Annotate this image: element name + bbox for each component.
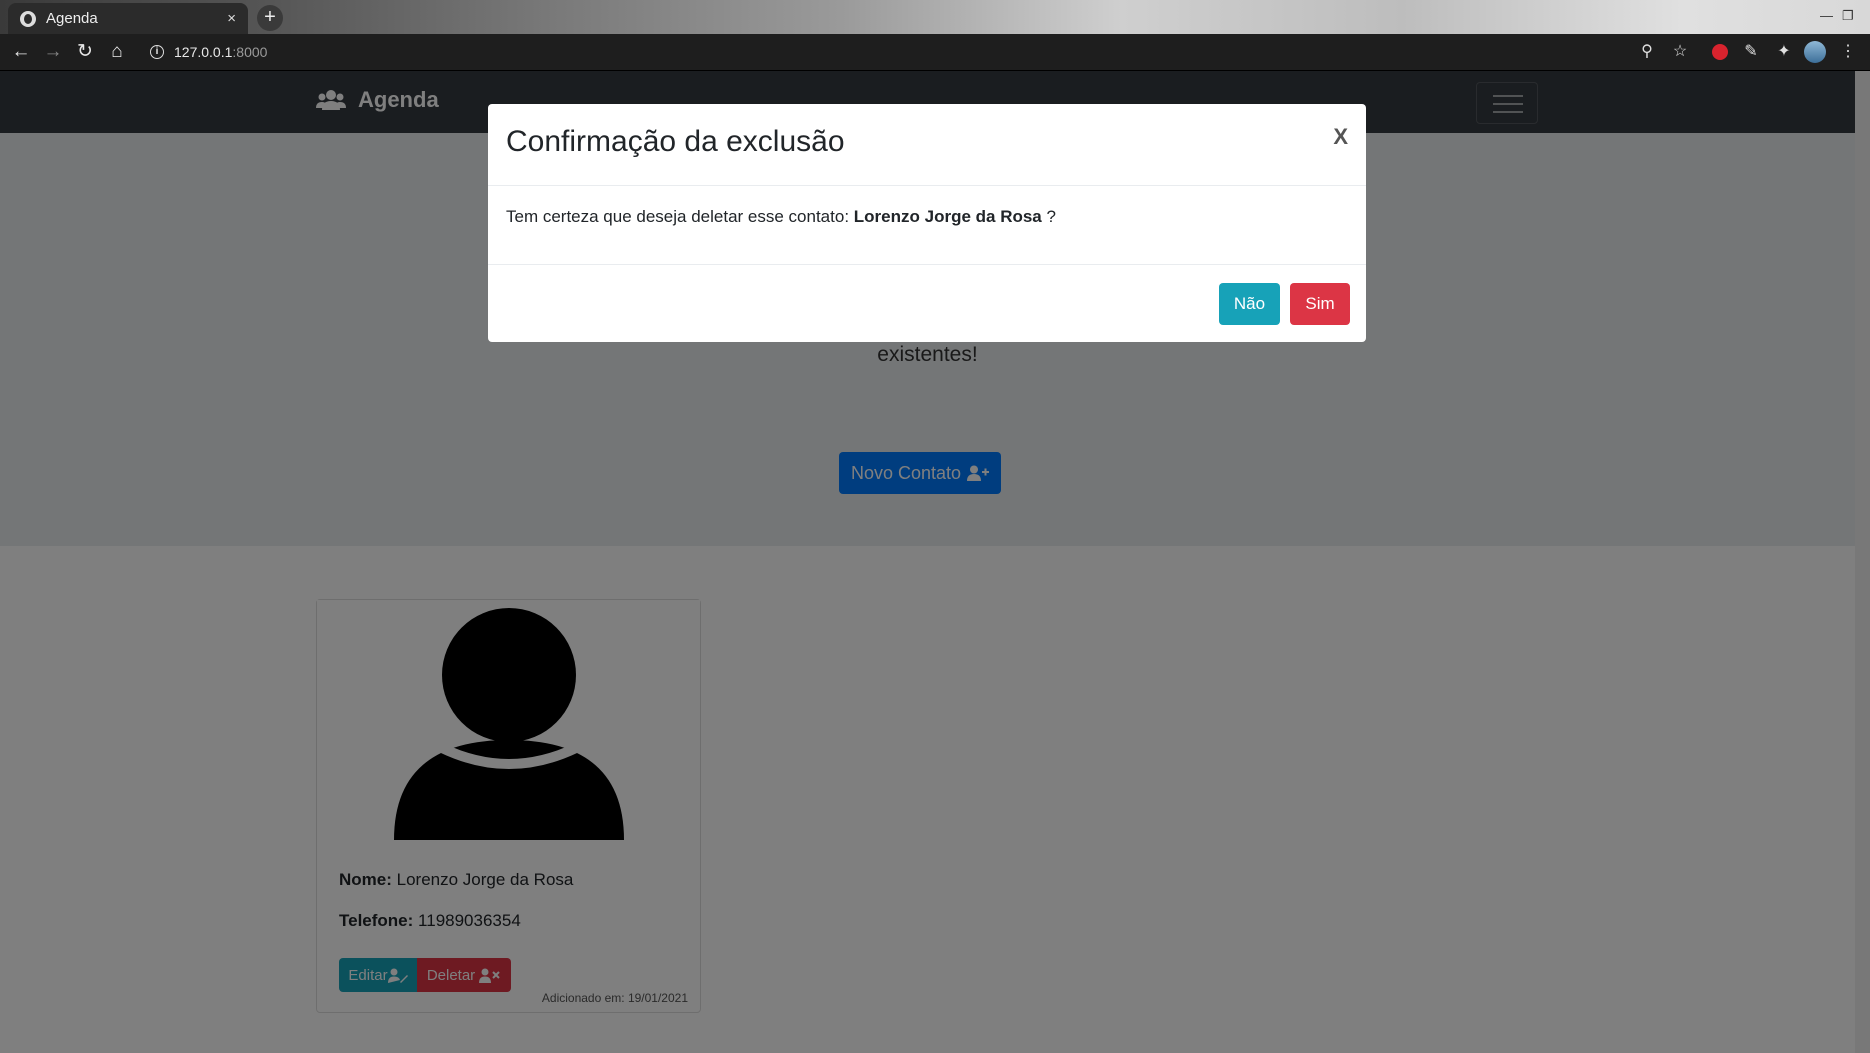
tab-close-icon[interactable]: ×	[227, 10, 236, 27]
modal-close-button[interactable]: X	[1333, 124, 1348, 150]
no-button[interactable]: Não	[1219, 283, 1280, 325]
modal-contact-name: Lorenzo Jorge da Rosa	[853, 207, 1042, 226]
url-port: :8000	[232, 44, 268, 60]
yes-button[interactable]: Sim	[1290, 283, 1350, 325]
puzzle-icon[interactable]: ✦	[1774, 42, 1794, 62]
new-tab-button[interactable]: +	[257, 5, 283, 31]
menu-kebab-icon[interactable]: ⋮	[1838, 42, 1858, 62]
address-bar: ← → ↻ ⌂ i 127.0.0.1:8000 ⚲ ☆ ✎ ✦ ⋮	[0, 34, 1870, 71]
reload-icon[interactable]: ↻	[74, 41, 96, 63]
globe-icon	[20, 10, 36, 27]
browser-tab[interactable]: Agenda ×	[8, 3, 248, 34]
pen-extension-icon[interactable]: ✎	[1741, 42, 1761, 62]
url-host: 127.0.0.1	[174, 44, 233, 60]
minimize-icon[interactable]: —	[1820, 8, 1833, 23]
delete-confirmation-modal: Confirmação da exclusão X Tem certeza qu…	[488, 104, 1366, 342]
home-icon[interactable]: ⌂	[106, 41, 128, 63]
modal-header: Confirmação da exclusão X	[488, 104, 1366, 186]
modal-body: Tem certeza que deseja deletar esse cont…	[506, 207, 1056, 227]
modal-body-text: Tem certeza que deseja deletar esse cont…	[506, 207, 850, 226]
browser-tab-bar: Agenda × + — ❐	[0, 0, 1870, 34]
info-icon[interactable]: i	[150, 45, 164, 59]
profile-avatar-icon[interactable]	[1804, 41, 1826, 63]
modal-body-suffix: ?	[1046, 207, 1056, 226]
zoom-icon[interactable]: ⚲	[1637, 42, 1657, 62]
back-icon[interactable]: ←	[10, 41, 32, 63]
tab-title: Agenda	[46, 10, 98, 27]
restore-icon[interactable]: ❐	[1842, 8, 1854, 24]
extension-red-icon[interactable]	[1712, 44, 1728, 60]
modal-title: Confirmação da exclusão	[506, 125, 845, 158]
url-field[interactable]: i 127.0.0.1:8000	[150, 41, 267, 63]
forward-icon[interactable]: →	[42, 41, 64, 63]
star-icon[interactable]: ☆	[1670, 42, 1690, 62]
